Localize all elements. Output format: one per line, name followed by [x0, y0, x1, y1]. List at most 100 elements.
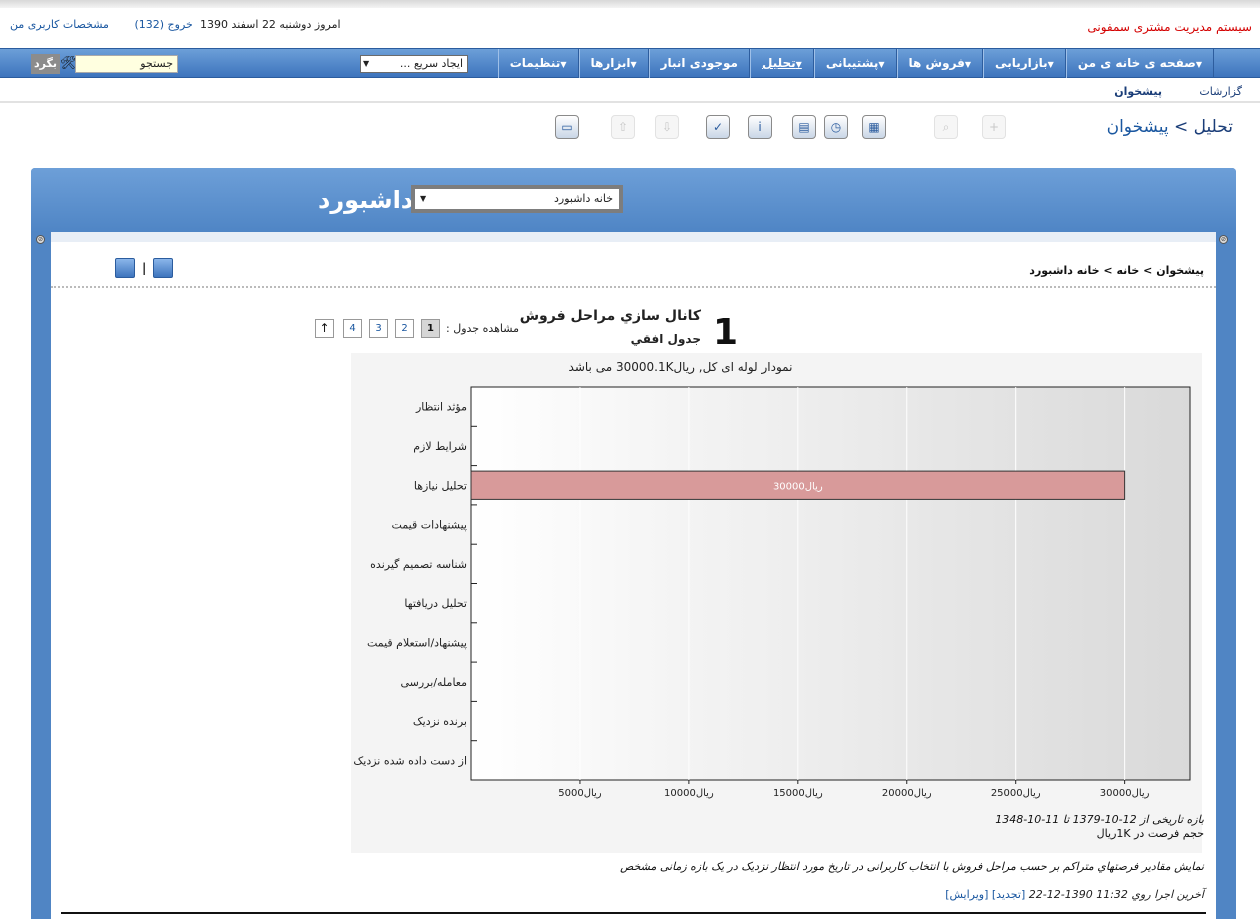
- x-tick-label: 15000ریال: [773, 788, 823, 799]
- move-up-icon[interactable]: ↑: [315, 319, 334, 338]
- chevron-down-icon: ▼: [420, 194, 427, 203]
- category-label: پیشنهاد/استعلام قیمت: [367, 636, 467, 649]
- bar-value-label: 30000ریال: [773, 481, 823, 492]
- grid-view-icon[interactable]: [115, 258, 135, 278]
- chevron-down-icon: ▼: [795, 60, 802, 69]
- category-label: تحلیل نیازها: [414, 479, 467, 492]
- widget-subtitle: جدول افقي: [630, 332, 701, 346]
- date-range-text: بازه تاریخی از 12-10-1379 تا 11-10-1348: [995, 813, 1204, 826]
- page-title-current: پیشخوان: [1106, 117, 1169, 137]
- chevron-down-icon: ▼: [1195, 60, 1202, 69]
- chart-title: نمودار لوله ای کل, ریال30000.1K می باشد: [569, 360, 793, 375]
- tools-icon[interactable]: 🛠: [60, 56, 77, 71]
- menu-item-label: ابزارها: [590, 56, 631, 70]
- menu-item-0[interactable]: صفحه ی خانه ی من▼: [1065, 49, 1214, 78]
- subnav-reports[interactable]: گزارشات: [1199, 85, 1242, 98]
- page-button-2[interactable]: 2: [395, 319, 414, 338]
- main-menubar: صفحه ی خانه ی من▼ بازاریابی▼ فروش ها▼ پشتیب…: [0, 48, 1260, 78]
- sub-navigation: گزارشات پیشخوان: [0, 79, 1260, 103]
- add-icon: +: [982, 115, 1006, 139]
- category-label: معامله/بررسی: [400, 676, 467, 689]
- unit-text: حجم فرصت در 1Kریال: [1096, 827, 1204, 840]
- user-profile-link[interactable]: مشخصات کاربری من: [10, 18, 109, 31]
- calendar-icon[interactable]: ▦: [862, 115, 886, 139]
- dashboard-panel: پیشخوان > خانه > خانه داشبورد | 1 كانال …: [51, 232, 1216, 919]
- app-header: سیستم مدیریت مشتری سمفونی امروز دوشنبه 2…: [0, 8, 1260, 48]
- calculator-icon[interactable]: ▤: [792, 115, 816, 139]
- menu-item-5[interactable]: موجودی انبار: [648, 49, 750, 78]
- last-run-text: آخرین اجرا روي 11:32 1390-12-22: [1028, 888, 1204, 901]
- search-placeholder: جستجو: [140, 57, 173, 70]
- dashboard-breadcrumb: پیشخوان > خانه > خانه داشبورد: [1029, 264, 1204, 277]
- menu-item-3[interactable]: پشتیبانی▼: [813, 49, 897, 78]
- widget-title: كانال سازي مراحل فروش: [519, 308, 701, 324]
- search-icon: ⌕: [934, 115, 958, 139]
- clipboard-icon[interactable]: ✓: [706, 115, 730, 139]
- category-label: شرایط لازم: [413, 440, 467, 453]
- chevron-down-icon: ▼: [1047, 60, 1054, 69]
- chevron-down-icon: ▼: [630, 60, 637, 69]
- dashboard-frame: داشبورد خانه داشبورد ▼ ⊘ ⊘ پیشخوان > خان…: [31, 168, 1236, 919]
- widget-number: 1: [713, 312, 739, 353]
- x-tick-label: 5000ریال: [558, 788, 602, 799]
- page-title-sep: >: [1174, 117, 1189, 137]
- x-tick-label: 30000ریال: [1100, 788, 1150, 799]
- page-button-4[interactable]: 4: [343, 319, 362, 338]
- subnav-dashboard[interactable]: پیشخوان: [1114, 85, 1162, 98]
- user-links: خروج (132) مشخصات کاربری من: [10, 18, 215, 31]
- top-strip: [0, 0, 1260, 8]
- category-label: شناسه تصمیم گیرنده: [370, 558, 467, 571]
- menu-item-4[interactable]: تحلیل▼: [749, 49, 814, 78]
- pipeline-chart-svg: نمودار لوله ای کل, ریال30000.1K می باشد 5…: [353, 360, 1191, 799]
- pager-label: مشاهده جدول :: [446, 322, 519, 335]
- category-label: برنده نزدیک: [413, 715, 467, 728]
- view-switcher: |: [115, 258, 174, 278]
- page-title-section[interactable]: تحلیل: [1194, 117, 1233, 137]
- search-input[interactable]: جستجو: [75, 55, 178, 73]
- refresh-link[interactable]: [تجدید]: [992, 888, 1025, 901]
- quick-create-select[interactable]: ایجاد سریع ... ▼: [360, 55, 468, 73]
- dashboard-selector-value: خانه داشبورد: [554, 192, 613, 205]
- category-label: از دست داده شده نزدیک: [353, 754, 467, 767]
- monitor-icon[interactable]: ▭: [555, 115, 579, 139]
- main-menu: صفحه ی خانه ی من▼ بازاریابی▼ فروش ها▼ پشتیب…: [497, 49, 1214, 78]
- dashboard-header: داشبورد خانه داشبورد ▼: [31, 168, 1236, 232]
- menu-item-label: صفحه ی خانه ی من: [1077, 56, 1196, 70]
- chevron-down-icon: ▼: [878, 60, 885, 69]
- pin-icon[interactable]: ⊘: [36, 235, 45, 244]
- bottom-rule: [61, 912, 1206, 914]
- page-button-1[interactable]: 1: [421, 319, 440, 338]
- x-tick-label: 25000ریال: [991, 788, 1041, 799]
- chevron-down-icon: ▼: [363, 59, 370, 68]
- list-view-icon[interactable]: [153, 258, 174, 278]
- menu-item-label: موجودی انبار: [660, 56, 738, 70]
- widget-description: نمایش مقادیر فرصتهاي متراکم بر حسب مراحل…: [620, 860, 1204, 873]
- menu-item-label: تحلیل: [761, 56, 796, 70]
- clock-icon[interactable]: ◷: [824, 115, 848, 139]
- page-title: تحلیل > پیشخوان: [1107, 117, 1233, 137]
- pipeline-chart: نمودار لوله ای کل, ریال30000.1K می باشد 5…: [351, 353, 1202, 853]
- pin-icon[interactable]: ⊘: [1219, 235, 1228, 244]
- export-icon: ⇧: [611, 115, 635, 139]
- category-label: تحلیل دریافتها: [404, 597, 467, 610]
- search-go-button[interactable]: بگرد: [31, 54, 60, 74]
- x-tick-label: 10000ریال: [664, 788, 714, 799]
- chevron-down-icon: ▼: [560, 60, 567, 69]
- menu-item-label: فروش ها: [908, 56, 965, 70]
- logout-link[interactable]: خروج (132): [134, 18, 192, 31]
- menu-item-6[interactable]: ابزارها▼: [578, 49, 649, 78]
- menu-item-2[interactable]: فروش ها▼: [896, 49, 984, 78]
- chat-icon[interactable]: i: [748, 115, 772, 139]
- page-button-3[interactable]: 3: [369, 319, 388, 338]
- menu-item-1[interactable]: بازاریابی▼: [983, 49, 1066, 78]
- category-label: مؤثد انتظار: [415, 401, 467, 414]
- brand-title: سیستم مدیریت مشتری سمفونی: [1087, 20, 1252, 34]
- menu-item-7[interactable]: تنظیمات▼: [497, 49, 579, 78]
- x-tick-label: 20000ریال: [882, 788, 932, 799]
- import-icon: ⇩: [655, 115, 679, 139]
- view-separator: |: [142, 261, 147, 275]
- dashboard-selector[interactable]: خانه داشبورد ▼: [411, 185, 623, 213]
- menu-item-label: پشتیبانی: [825, 56, 879, 70]
- chevron-down-icon: ▼: [964, 60, 972, 69]
- edit-link[interactable]: [ویرایش]: [945, 888, 988, 901]
